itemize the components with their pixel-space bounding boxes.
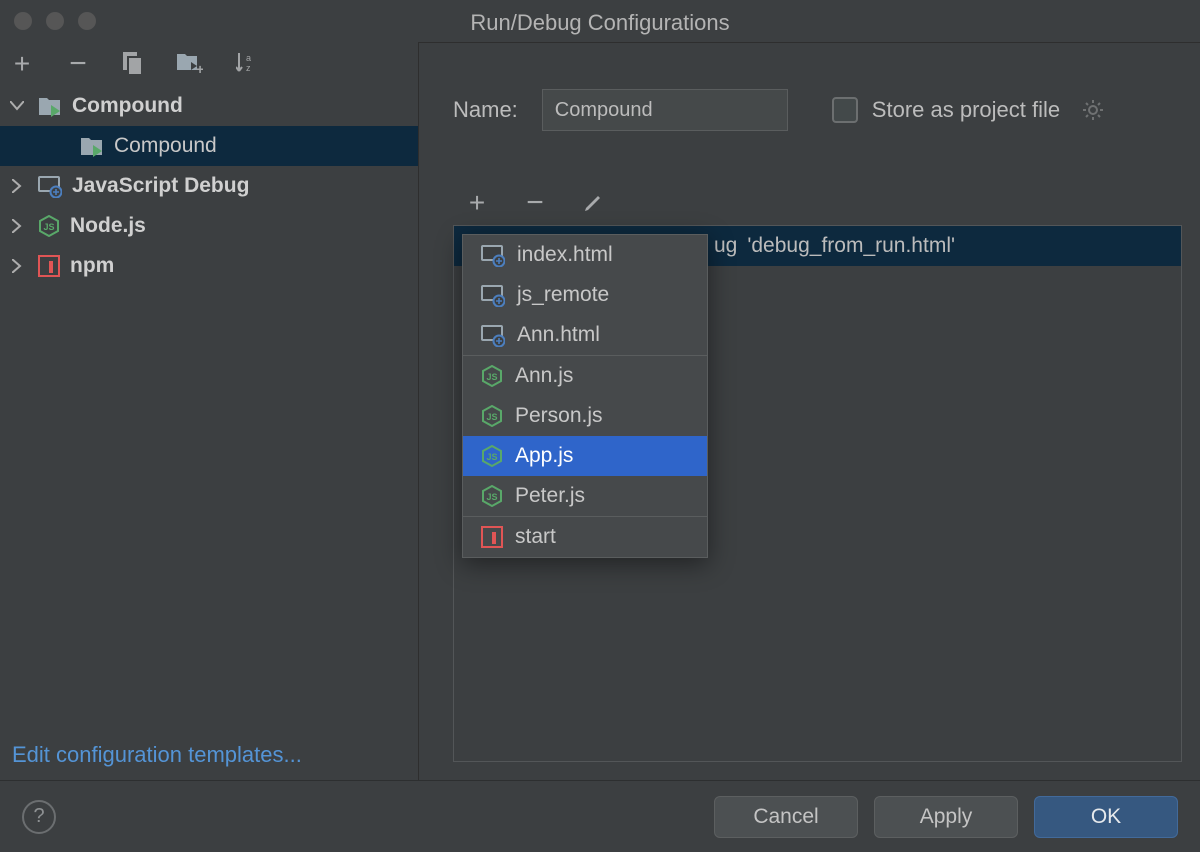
popup-item-ann-js[interactable]: Ann.js bbox=[463, 356, 707, 396]
nodejs-icon bbox=[481, 445, 503, 467]
popup-item-label: js_remote bbox=[517, 283, 609, 307]
popup-item-label: Person.js bbox=[515, 404, 603, 428]
name-row: Name: Store as project file bbox=[453, 89, 1182, 131]
popup-item-app-js[interactable]: App.js bbox=[463, 436, 707, 476]
left-panel: + − Compound Compound JavaScript Debug bbox=[0, 42, 418, 780]
save-template-button[interactable] bbox=[176, 50, 204, 78]
tree-label: npm bbox=[70, 254, 114, 278]
tree-node-nodejs[interactable]: Node.js bbox=[0, 206, 418, 246]
sort-button[interactable] bbox=[232, 50, 260, 78]
nodejs-icon bbox=[38, 215, 60, 237]
remove-config-button[interactable]: − bbox=[64, 50, 92, 78]
tree-label: Node.js bbox=[70, 214, 146, 238]
chevron-right-icon bbox=[6, 219, 28, 233]
name-input[interactable] bbox=[542, 89, 788, 131]
remove-run-config-button[interactable]: − bbox=[521, 189, 549, 217]
popup-item-peter-js[interactable]: Peter.js bbox=[463, 476, 707, 516]
popup-item-person-js[interactable]: Person.js bbox=[463, 396, 707, 436]
bottom-bar: ? Cancel Apply OK bbox=[0, 780, 1200, 852]
npm-icon bbox=[38, 255, 60, 277]
listing-toolbar: + − bbox=[453, 189, 1182, 217]
titlebar: Run/Debug Configurations bbox=[0, 0, 1200, 42]
chevron-right-icon bbox=[6, 259, 28, 273]
store-label: Store as project file bbox=[872, 97, 1060, 123]
popup-item-js-remote[interactable]: js_remote bbox=[463, 275, 707, 315]
folder-run-icon bbox=[38, 95, 62, 117]
nodejs-icon bbox=[481, 405, 503, 427]
tree-node-compound-child[interactable]: Compound bbox=[0, 126, 418, 166]
tree-node-compound[interactable]: Compound bbox=[0, 86, 418, 126]
nodejs-icon bbox=[481, 485, 503, 507]
tree-node-npm[interactable]: npm bbox=[0, 246, 418, 286]
popup-item-index-html[interactable]: index.html bbox=[463, 235, 707, 275]
apply-button[interactable]: Apply bbox=[874, 796, 1018, 838]
chevron-right-icon bbox=[6, 179, 28, 193]
tree-label: JavaScript Debug bbox=[72, 174, 249, 198]
add-run-config-button[interactable]: + bbox=[463, 189, 491, 217]
config-tree: Compound Compound JavaScript Debug Node.… bbox=[0, 86, 418, 732]
store-as-project-file-checkbox[interactable] bbox=[832, 97, 858, 123]
folder-run-icon bbox=[80, 135, 104, 157]
tree-label: Compound bbox=[114, 134, 217, 158]
js-debug-icon bbox=[481, 323, 505, 347]
popup-item-label: Peter.js bbox=[515, 484, 585, 508]
add-config-popup: index.html js_remote Ann.html Ann.js Per… bbox=[462, 234, 708, 558]
chevron-down-icon bbox=[6, 101, 28, 111]
add-config-button[interactable]: + bbox=[8, 50, 36, 78]
popup-item-label: Ann.js bbox=[515, 364, 573, 388]
listing-row-prefix: ug bbox=[714, 234, 737, 258]
help-button[interactable]: ? bbox=[22, 800, 56, 834]
zoom-window-dot[interactable] bbox=[78, 12, 96, 30]
tree-node-jsdebug[interactable]: JavaScript Debug bbox=[0, 166, 418, 206]
popup-item-label: App.js bbox=[515, 444, 573, 468]
copy-config-button[interactable] bbox=[120, 50, 148, 78]
name-label: Name: bbox=[453, 97, 518, 123]
window-title: Run/Debug Configurations bbox=[470, 6, 729, 36]
cancel-button[interactable]: Cancel bbox=[714, 796, 858, 838]
popup-item-start[interactable]: start bbox=[463, 517, 707, 557]
edit-run-config-button[interactable] bbox=[579, 189, 607, 217]
popup-item-label: index.html bbox=[517, 243, 613, 267]
edit-templates-link[interactable]: Edit configuration templates... bbox=[0, 732, 418, 780]
minimize-window-dot[interactable] bbox=[46, 12, 64, 30]
nodejs-icon bbox=[481, 365, 503, 387]
js-debug-icon bbox=[481, 243, 505, 267]
window-controls bbox=[14, 12, 96, 30]
left-toolbar: + − bbox=[0, 42, 418, 86]
close-window-dot[interactable] bbox=[14, 12, 32, 30]
js-debug-icon bbox=[481, 283, 505, 307]
popup-item-label: Ann.html bbox=[517, 323, 600, 347]
js-debug-icon bbox=[38, 174, 62, 198]
npm-icon bbox=[481, 526, 503, 548]
listing-row-text: 'debug_from_run.html' bbox=[747, 234, 955, 258]
ok-button[interactable]: OK bbox=[1034, 796, 1178, 838]
popup-item-label: start bbox=[515, 525, 556, 549]
tree-label: Compound bbox=[72, 94, 183, 118]
popup-item-ann-html[interactable]: Ann.html bbox=[463, 315, 707, 355]
gear-icon[interactable] bbox=[1082, 99, 1104, 121]
